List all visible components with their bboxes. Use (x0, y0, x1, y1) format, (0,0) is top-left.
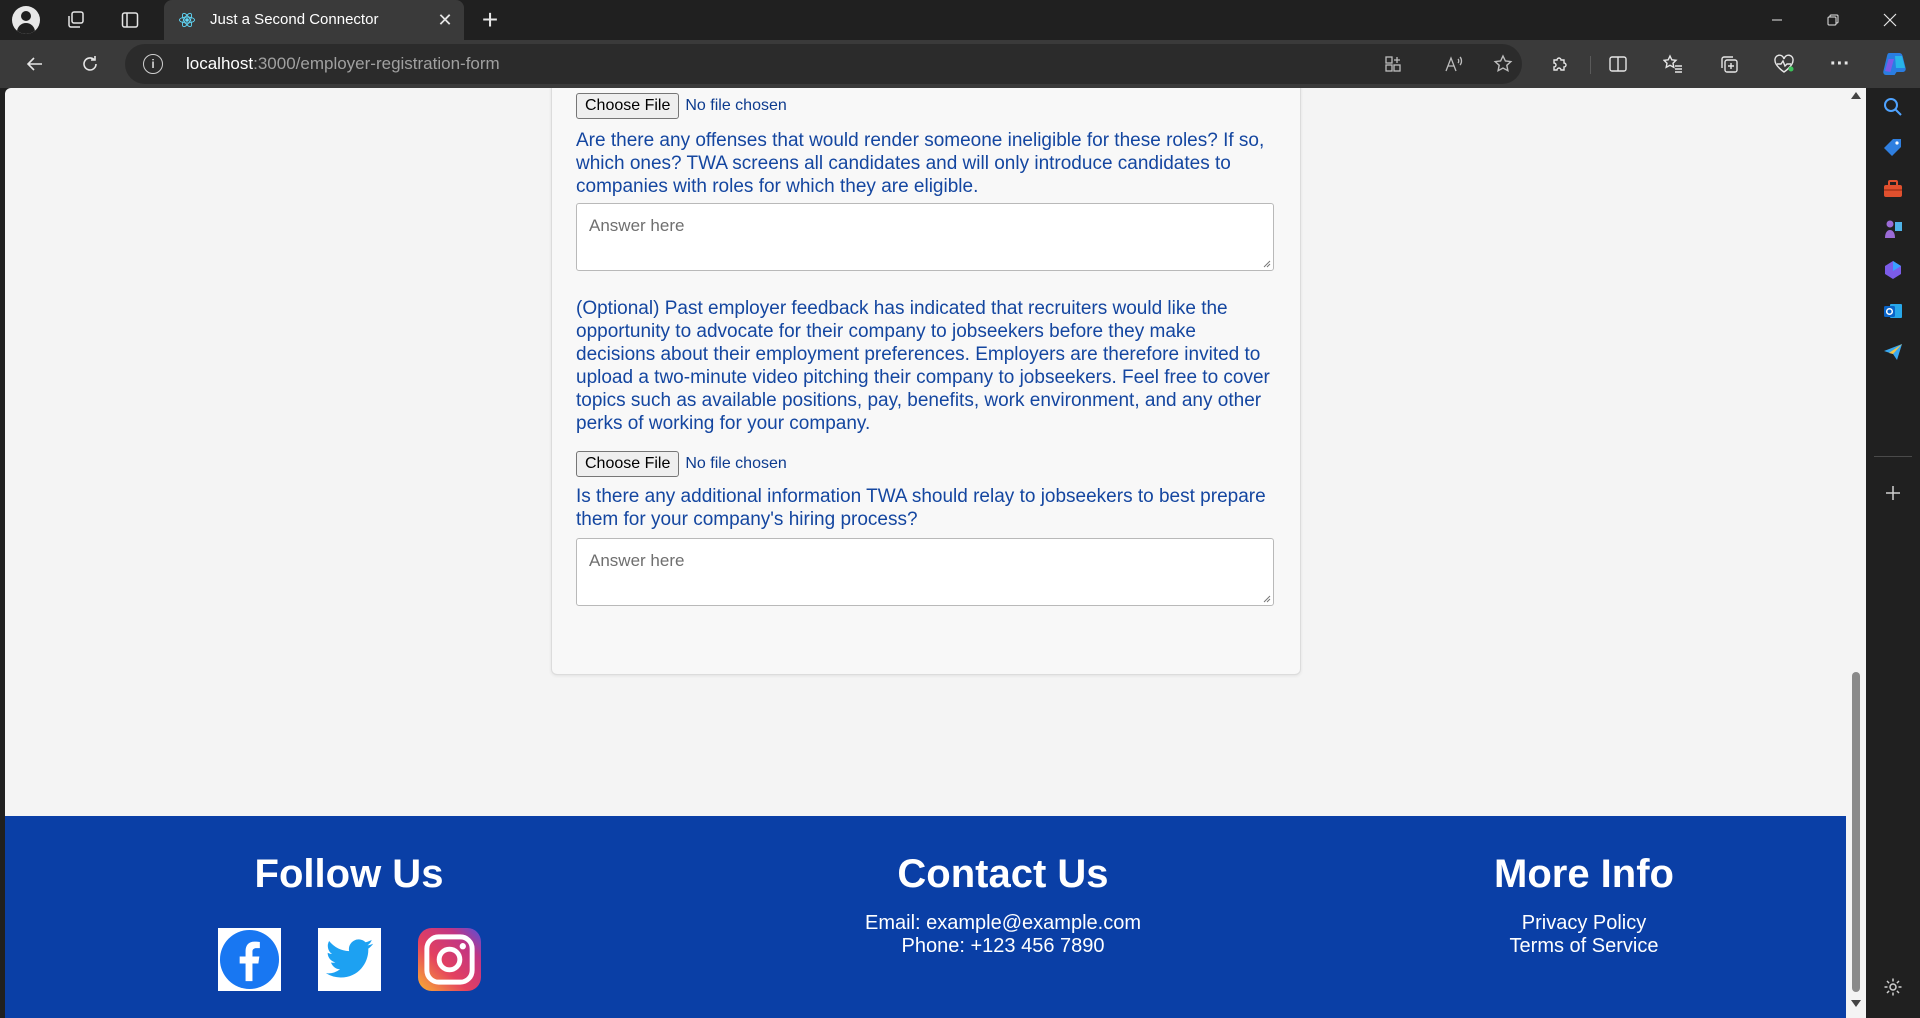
tab-actions-button[interactable] (116, 6, 144, 34)
follow-heading: Follow Us (254, 852, 444, 896)
choose-video-file-button[interactable]: Choose File (576, 451, 680, 477)
question-label-offenses: Are there any offenses that would render… (576, 130, 1265, 197)
site-info-icon[interactable]: i (143, 54, 163, 74)
sidebar-divider (1874, 456, 1912, 457)
choose-file-button[interactable]: Choose File (576, 93, 680, 119)
split-screen-button[interactable] (1604, 50, 1632, 78)
react-favicon-icon (179, 12, 195, 28)
minimize-icon (1772, 19, 1782, 21)
minimize-button[interactable] (1749, 0, 1805, 40)
reload-button[interactable] (76, 50, 104, 78)
site-footer: Follow Us Contact Us Email: example@exam… (5, 816, 1846, 1018)
workspaces-button[interactable] (62, 6, 90, 34)
split-screen-icon (1609, 56, 1627, 72)
more-info-heading: More Info (1494, 852, 1674, 896)
extensions-button[interactable] (1546, 50, 1574, 78)
answer-placeholder: Answer here (589, 551, 685, 570)
restore-button[interactable] (1805, 0, 1861, 40)
tab-title: Just a Second Connector (210, 11, 379, 28)
facebook-icon[interactable] (217, 928, 281, 991)
browser-titlebar: Just a Second Connector ✕ + (0, 0, 1920, 40)
toolbar-divider (1590, 56, 1591, 74)
answer-placeholder: Answer here (589, 216, 685, 235)
close-window-button[interactable] (1862, 0, 1918, 40)
address-bar[interactable]: i localhost:3000/employer-registration-f… (125, 44, 1522, 84)
profile-avatar-icon (12, 6, 40, 34)
read-aloud-icon[interactable] (1442, 52, 1466, 76)
browser-essentials-button[interactable] (1770, 50, 1798, 78)
copilot-button[interactable] (1878, 48, 1910, 80)
arrow-left-icon (26, 57, 42, 71)
tab-actions-icon (121, 12, 139, 28)
back-button[interactable] (21, 50, 49, 78)
favorites-list-icon (1663, 54, 1682, 73)
shopping-tag-icon[interactable] (1880, 135, 1906, 161)
question-label-video-pitch: (Optional) Past employer feedback has in… (576, 298, 1270, 434)
search-icon[interactable] (1880, 94, 1906, 120)
file-status-text: No file chosen (685, 97, 787, 114)
social-links (99, 928, 599, 991)
edge-sidebar (1866, 88, 1920, 1018)
copilot-sidebar-icon[interactable] (1880, 257, 1906, 283)
scrollbar-thumb[interactable] (1852, 672, 1860, 992)
profile-button[interactable] (12, 6, 40, 34)
contact-email: Email: example@example.com (865, 912, 1141, 934)
resize-grip-icon[interactable] (1263, 595, 1271, 603)
heart-pulse-icon (1774, 54, 1794, 73)
answer-textarea-additional-info[interactable]: Answer here (576, 538, 1274, 606)
video-file-status-text: No file chosen (685, 455, 787, 472)
contact-phone: Phone: +123 456 7890 (901, 935, 1105, 957)
twitter-icon[interactable] (317, 928, 381, 991)
collections-button[interactable] (1715, 50, 1743, 78)
outlook-icon[interactable] (1880, 298, 1906, 324)
new-tab-button[interactable]: + (476, 6, 504, 34)
restore-icon (1827, 14, 1839, 26)
active-tab[interactable]: Just a Second Connector ✕ (164, 0, 464, 40)
contact-heading: Contact Us (897, 852, 1109, 896)
employer-registration-form: Choose File No file chosen Are there any… (551, 88, 1301, 675)
page-scrollbar[interactable] (1846, 88, 1866, 1018)
collections-icon (1721, 56, 1738, 73)
terms-of-service-link[interactable]: Terms of Service (1334, 935, 1834, 958)
answer-textarea-offenses[interactable]: Answer here (576, 203, 1274, 271)
games-icon[interactable] (1880, 216, 1906, 242)
copilot-icon (1883, 53, 1906, 75)
tab-close-icon[interactable]: ✕ (434, 9, 456, 31)
video-upload-row: Choose File No file chosen (576, 451, 787, 477)
star-icon[interactable] (1491, 52, 1515, 76)
close-icon (1883, 13, 1897, 27)
puzzle-icon (1553, 57, 1567, 71)
tools-briefcase-icon[interactable] (1880, 176, 1906, 202)
workspaces-icon (68, 11, 84, 28)
add-icon[interactable] (1880, 480, 1906, 506)
app-available-icon[interactable] (1381, 52, 1405, 76)
browser-toolbar: i localhost:3000/employer-registration-f… (0, 40, 1920, 88)
file-upload-row: Choose File No file chosen (576, 93, 787, 119)
instagram-icon[interactable] (417, 928, 481, 991)
reload-icon (83, 56, 97, 71)
scroll-up-arrow-icon[interactable] (1851, 92, 1861, 99)
url-text[interactable]: localhost:3000/employer-registration-for… (186, 54, 500, 74)
scroll-down-arrow-icon[interactable] (1851, 1000, 1861, 1007)
resize-grip-icon[interactable] (1263, 260, 1271, 268)
favorites-button[interactable] (1659, 50, 1687, 78)
settings-more-button[interactable]: ··· (1826, 50, 1854, 78)
question-label-additional-info: Is there any additional information TWA … (576, 486, 1266, 530)
privacy-policy-link[interactable]: Privacy Policy (1334, 912, 1834, 935)
gear-icon[interactable] (1880, 974, 1906, 1000)
page-viewport: Choose File No file chosen Are there any… (5, 88, 1846, 1018)
send-plane-icon[interactable] (1880, 339, 1906, 365)
